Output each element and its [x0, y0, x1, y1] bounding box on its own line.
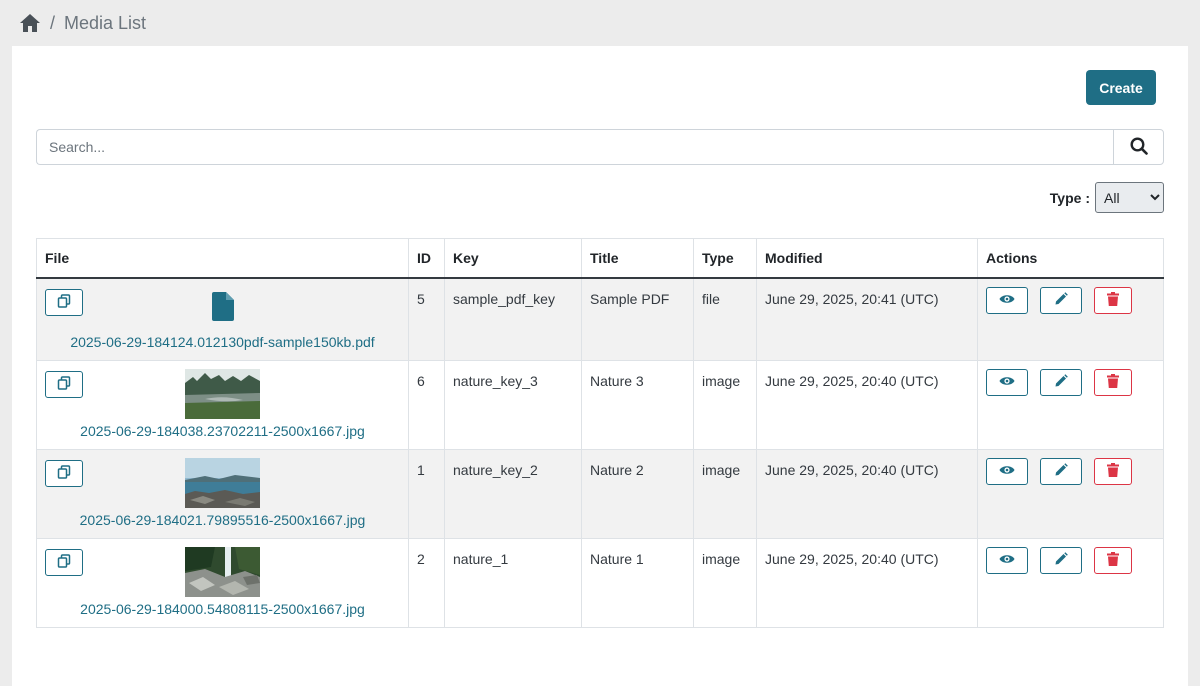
thumbnail-image [45, 546, 400, 597]
media-list-card: Create Type : All File ID Key Title Type… [12, 46, 1188, 686]
view-button[interactable] [986, 457, 1028, 485]
copy-icon [57, 464, 71, 482]
modified-cell: June 29, 2025, 20:40 (UTC) [756, 448, 978, 539]
edit-button[interactable] [1039, 457, 1082, 485]
column-header-key: Key [444, 238, 582, 279]
view-button[interactable] [986, 286, 1028, 314]
copy-button[interactable] [45, 459, 83, 487]
type-cell: image [693, 359, 757, 450]
file-link[interactable]: 2025-06-29-184000.54808115-2500x1667.jpg [80, 601, 365, 617]
copy-button[interactable] [45, 288, 83, 316]
pencil-icon [1054, 373, 1068, 391]
id-cell: 2 [408, 537, 445, 628]
edit-button[interactable] [1039, 368, 1082, 396]
actions-cell [977, 359, 1164, 450]
table-row: 2025-06-29-184038.23702211-2500x1667.jpg… [36, 359, 1164, 450]
file-link[interactable]: 2025-06-29-184124.012130pdf-sample150kb.… [70, 334, 374, 350]
view-button[interactable] [986, 546, 1028, 574]
key-cell: sample_pdf_key [444, 277, 582, 361]
file-cell: 2025-06-29-184124.012130pdf-sample150kb.… [36, 277, 409, 361]
key-cell: nature_key_2 [444, 448, 582, 539]
pencil-icon [1054, 551, 1068, 569]
search-bar [36, 129, 1164, 165]
copy-button[interactable] [45, 370, 83, 398]
column-header-id: ID [408, 238, 445, 279]
copy-button[interactable] [45, 548, 83, 576]
column-header-file: File [36, 238, 409, 279]
file-link[interactable]: 2025-06-29-184021.79895516-2500x1667.jpg [80, 512, 366, 528]
actions-cell [977, 537, 1164, 628]
actions-cell [977, 448, 1164, 539]
edit-button[interactable] [1039, 286, 1082, 314]
copy-icon [57, 553, 71, 571]
search-icon [1129, 136, 1148, 158]
trash-icon [1106, 551, 1119, 569]
modified-cell: June 29, 2025, 20:40 (UTC) [756, 537, 978, 628]
column-header-type: Type [693, 238, 757, 279]
id-cell: 1 [408, 448, 445, 539]
trash-icon [1106, 462, 1119, 480]
actions-cell [977, 277, 1164, 361]
id-cell: 6 [408, 359, 445, 450]
breadcrumb-current: Media List [64, 12, 147, 33]
table-row: 2025-06-29-184000.54808115-2500x1667.jpg… [36, 537, 1164, 628]
search-input[interactable] [36, 129, 1113, 165]
pencil-icon [1054, 462, 1068, 480]
file-cell: 2025-06-29-184000.54808115-2500x1667.jpg [36, 537, 409, 628]
pencil-icon [1054, 291, 1068, 309]
table-row: 2025-06-29-184021.79895516-2500x1667.jpg… [36, 448, 1164, 539]
eye-icon [999, 293, 1015, 308]
modified-cell: June 29, 2025, 20:41 (UTC) [756, 277, 978, 361]
column-header-actions: Actions [977, 238, 1164, 279]
title-cell: Sample PDF [581, 277, 694, 361]
table-row: 2025-06-29-184124.012130pdf-sample150kb.… [36, 277, 1164, 361]
title-cell: Nature 1 [581, 537, 694, 628]
copy-icon [57, 293, 71, 311]
type-filter: Type : All [1050, 182, 1164, 213]
thumbnail-image [45, 457, 400, 508]
table-header-row: File ID Key Title Type Modified Actions [36, 238, 1164, 279]
file-icon [45, 291, 400, 324]
thumbnail-image [45, 368, 400, 419]
modified-cell: June 29, 2025, 20:40 (UTC) [756, 359, 978, 450]
edit-button[interactable] [1039, 546, 1082, 574]
breadcrumb: / Media List [0, 0, 1200, 46]
type-cell: image [693, 537, 757, 628]
file-cell: 2025-06-29-184021.79895516-2500x1667.jpg [36, 448, 409, 539]
eye-icon [999, 464, 1015, 479]
delete-button[interactable] [1093, 546, 1132, 574]
key-cell: nature_1 [444, 537, 582, 628]
search-button[interactable] [1113, 129, 1164, 165]
copy-icon [57, 375, 71, 393]
media-table: File ID Key Title Type Modified Actions [36, 238, 1164, 628]
id-cell: 5 [408, 277, 445, 361]
type-cell: image [693, 448, 757, 539]
title-cell: Nature 2 [581, 448, 694, 539]
type-select[interactable]: All [1095, 182, 1164, 213]
breadcrumb-separator: / [50, 12, 56, 33]
eye-icon [999, 375, 1015, 390]
key-cell: nature_key_3 [444, 359, 582, 450]
delete-button[interactable] [1093, 368, 1132, 396]
column-header-title: Title [581, 238, 694, 279]
view-button[interactable] [986, 368, 1028, 396]
trash-icon [1106, 291, 1119, 309]
title-cell: Nature 3 [581, 359, 694, 450]
file-link[interactable]: 2025-06-29-184038.23702211-2500x1667.jpg [80, 423, 365, 439]
trash-icon [1106, 373, 1119, 391]
delete-button[interactable] [1093, 457, 1132, 485]
create-button[interactable]: Create [1086, 70, 1156, 105]
type-filter-label: Type : [1049, 189, 1090, 206]
delete-button[interactable] [1093, 286, 1132, 314]
column-header-modified: Modified [756, 238, 978, 279]
type-cell: file [693, 277, 757, 361]
home-icon[interactable] [19, 13, 41, 33]
file-cell: 2025-06-29-184038.23702211-2500x1667.jpg [36, 359, 409, 450]
eye-icon [999, 553, 1015, 568]
